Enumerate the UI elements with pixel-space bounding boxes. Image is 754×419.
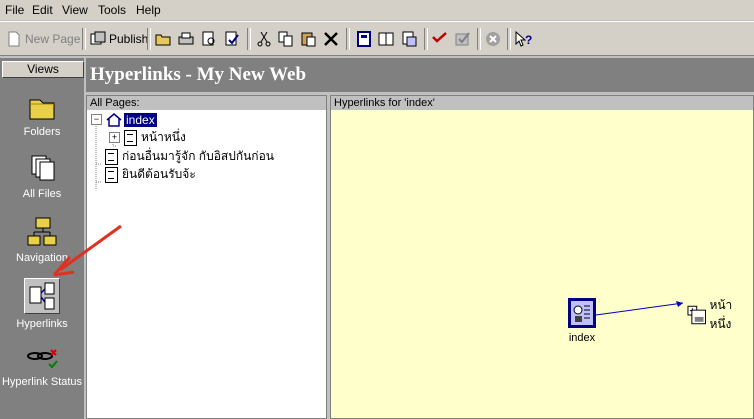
annotation-arrow: [52, 224, 122, 277]
